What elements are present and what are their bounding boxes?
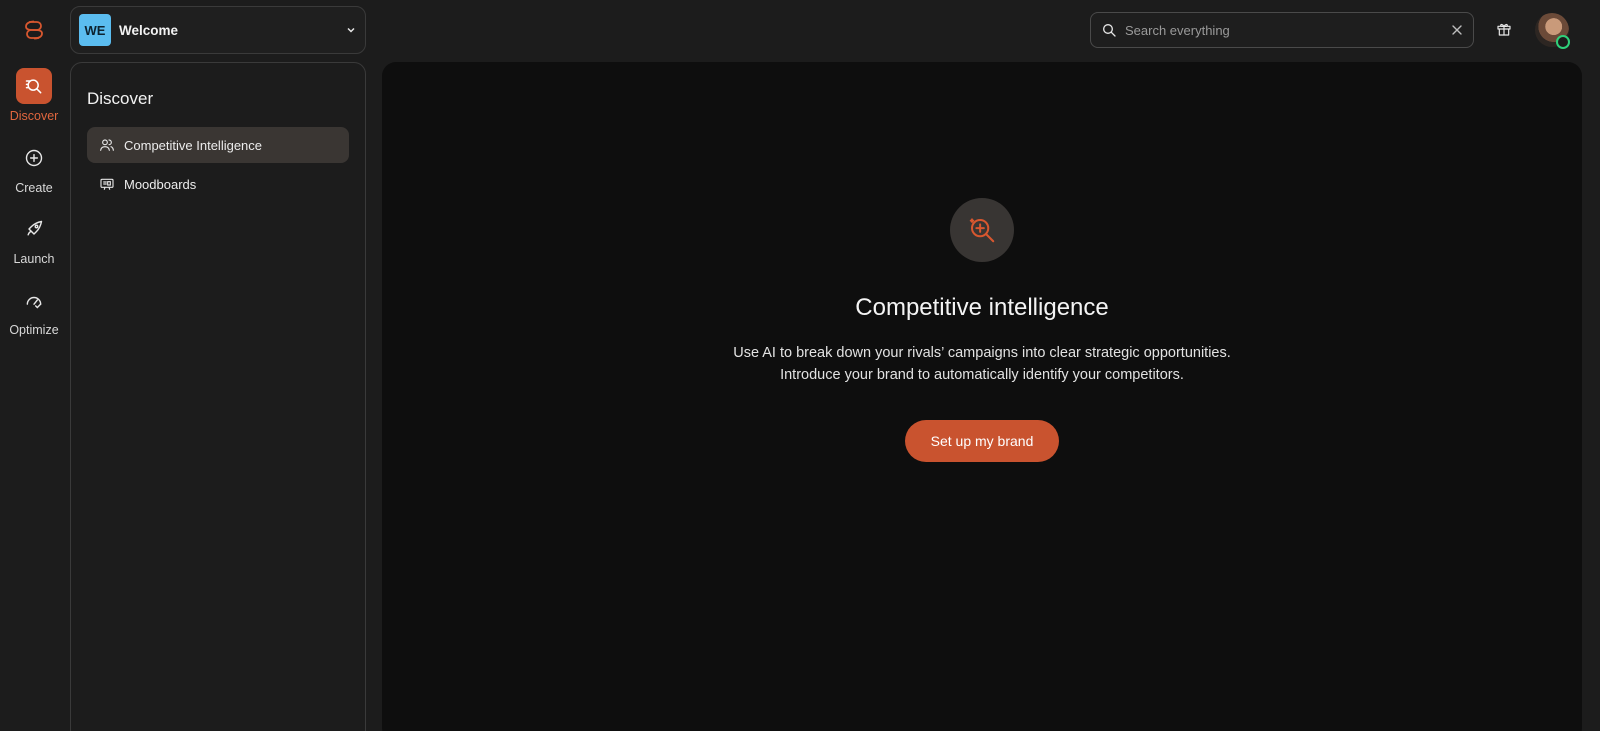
workspace-name: Welcome xyxy=(119,22,179,38)
nav-item-competitive-intelligence[interactable]: Competitive Intelligence xyxy=(87,127,349,163)
description-line-1: Use AI to break down your rivals’ campai… xyxy=(733,345,1231,361)
nav-label-competitive-intelligence: Competitive Intelligence xyxy=(124,137,263,153)
page-title: Competitive intelligence xyxy=(855,294,1109,321)
rail-item-discover[interactable]: Discover xyxy=(0,68,68,123)
discover-panel: Discover Competitive Intelligence Moodbo… xyxy=(70,62,366,731)
panel-title: Discover xyxy=(87,89,154,108)
main-content: Competitive intelligence Use AI to break… xyxy=(382,62,1582,731)
set-up-brand-button[interactable]: Set up my brand xyxy=(905,420,1059,462)
description-line-2: Introduce your brand to automatically id… xyxy=(780,367,1184,383)
nav-label-moodboards: Moodboards xyxy=(124,176,197,192)
workspace-dropdown[interactable]: WE Welcome xyxy=(70,6,366,54)
search-bar xyxy=(1090,12,1474,48)
rail-item-optimize[interactable]: Optimize xyxy=(0,282,68,337)
rocket-icon xyxy=(16,211,52,247)
plus-circle-icon xyxy=(16,140,52,176)
discover-search-icon xyxy=(16,68,52,104)
workspace-badge: WE xyxy=(79,14,111,46)
brand-logo-icon[interactable] xyxy=(22,18,46,42)
nav-item-moodboards[interactable]: Moodboards xyxy=(87,166,349,202)
page-description: Use AI to break down your rivals’ campai… xyxy=(382,342,1582,386)
competitive-intelligence-icon xyxy=(950,198,1014,262)
rail-label-discover: Discover xyxy=(9,109,59,123)
rail-label-launch: Launch xyxy=(13,252,55,266)
gift-icon[interactable] xyxy=(1496,21,1512,37)
users-icon xyxy=(100,139,114,151)
chevron-down-icon xyxy=(347,27,355,33)
rail-item-launch[interactable]: Launch xyxy=(0,211,68,266)
moodboard-icon xyxy=(100,178,114,190)
app-root: Discover Create Launch Optimize WE Welco… xyxy=(0,0,1600,731)
rail-label-optimize: Optimize xyxy=(9,323,59,337)
rail-item-create[interactable]: Create xyxy=(0,140,68,195)
search-input[interactable] xyxy=(1125,22,1451,38)
left-rail: Discover Create Launch Optimize xyxy=(0,0,68,731)
gauge-icon xyxy=(16,282,52,318)
rail-label-create: Create xyxy=(15,181,53,195)
status-badge xyxy=(1556,35,1570,49)
clear-search-icon[interactable] xyxy=(1451,24,1463,36)
search-icon xyxy=(1103,24,1116,37)
